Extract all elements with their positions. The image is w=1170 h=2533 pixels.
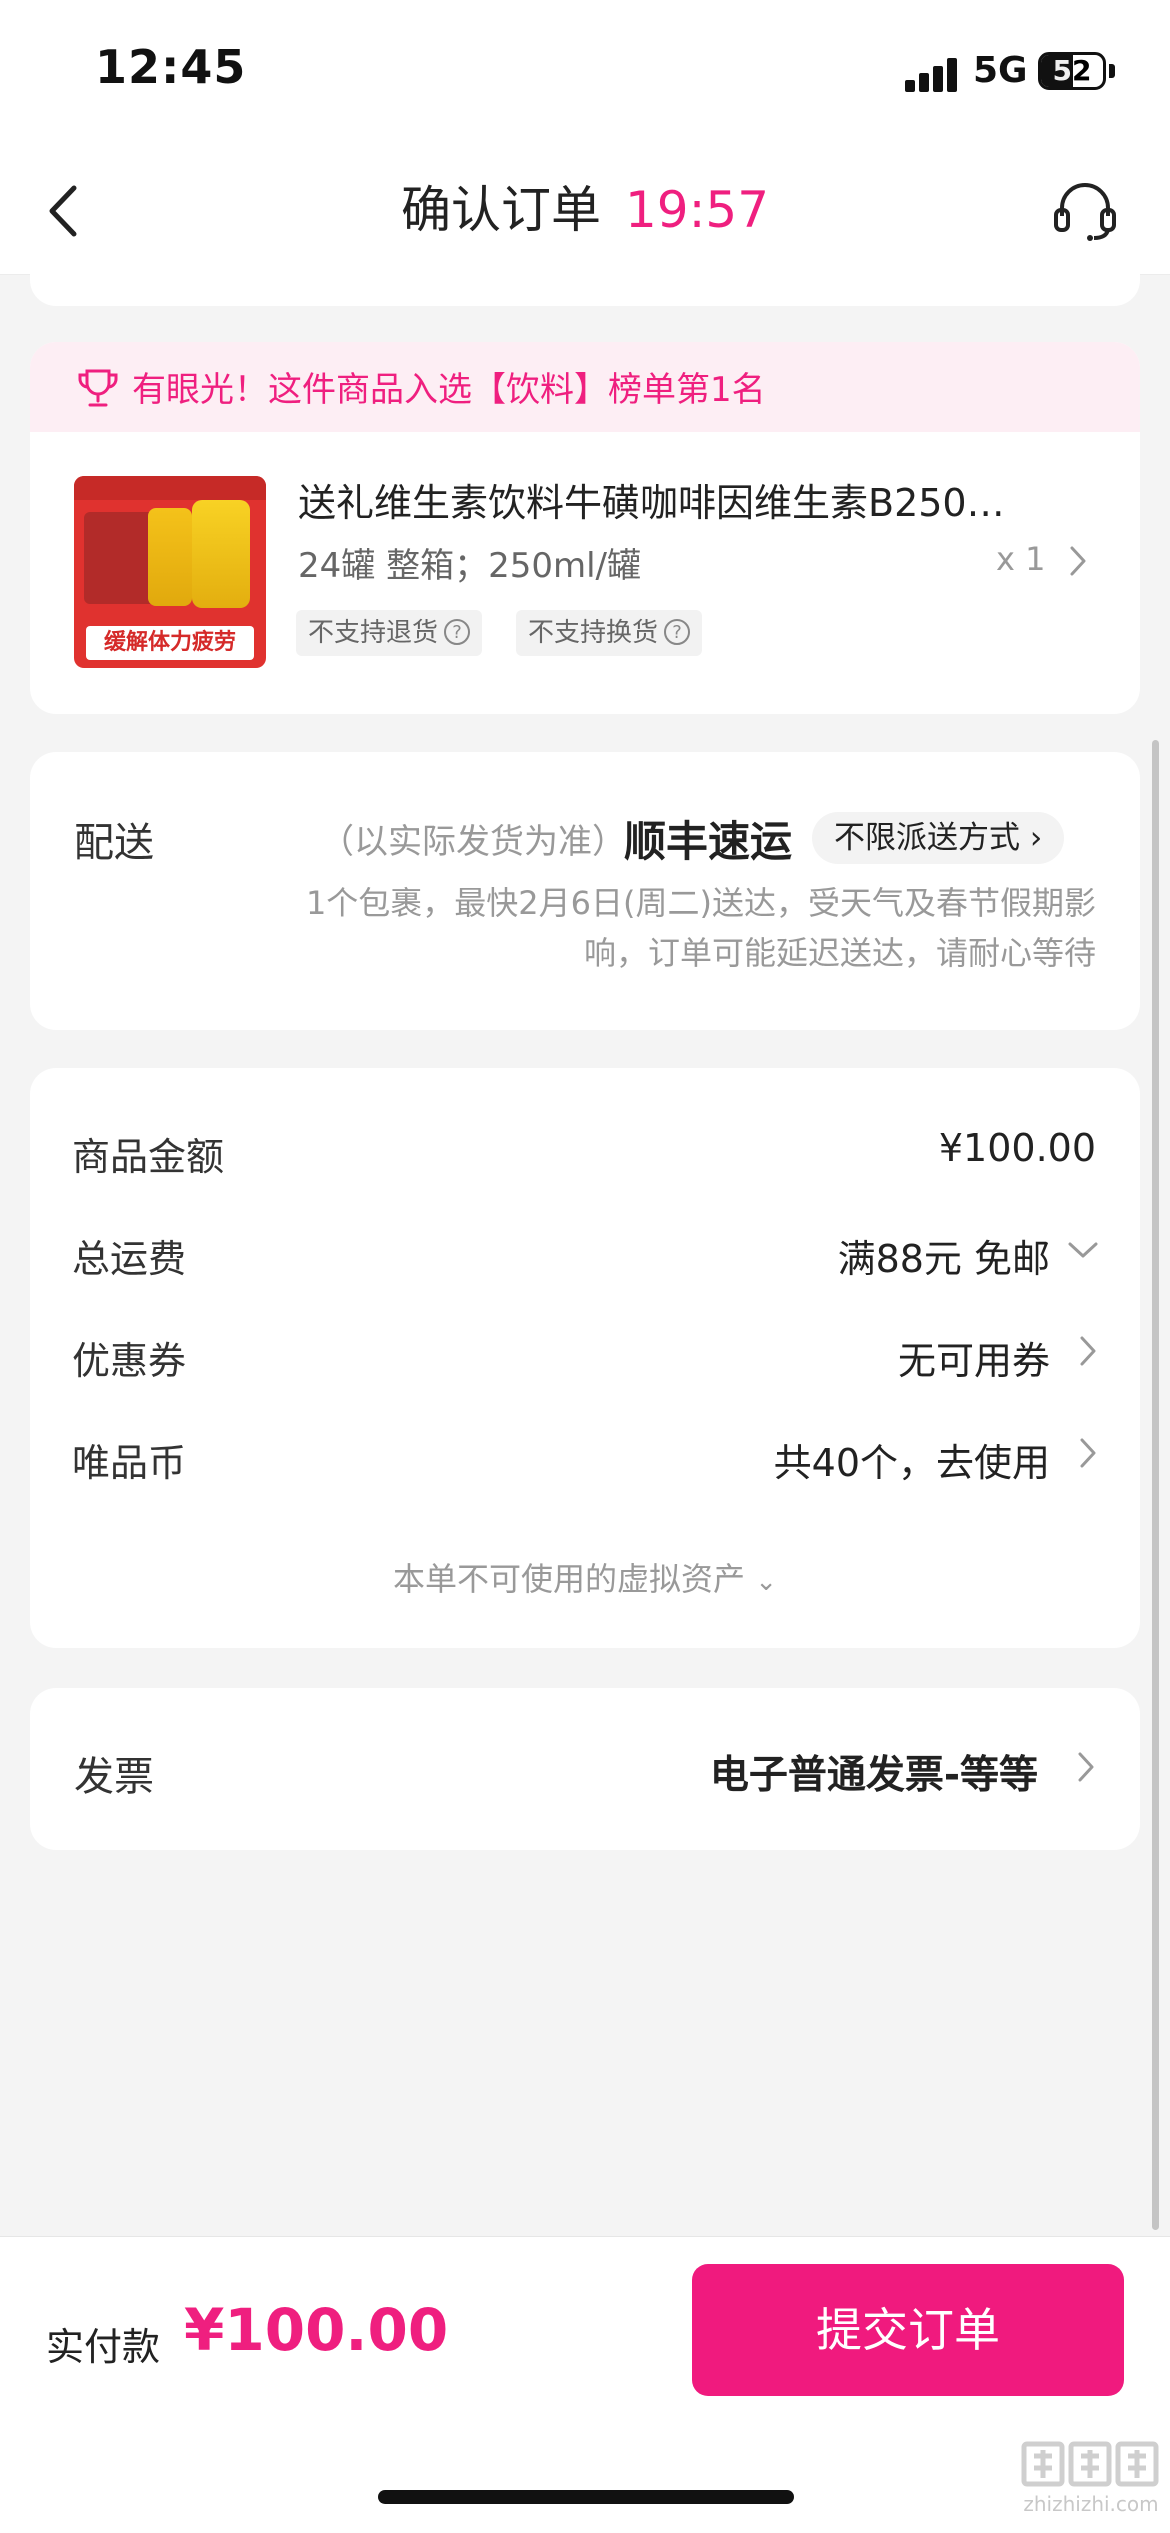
chevron-right-icon[interactable] [1078, 1334, 1098, 1368]
product-image-can [148, 508, 192, 606]
actual-payment-label: 实付款 [46, 2325, 161, 2369]
shipping-fee-value[interactable]: 满88元 免邮 [838, 1228, 1050, 1283]
delivery-carrier: 顺丰速运 [624, 817, 793, 866]
rank-banner-text: 有眼光！这件商品入选【饮料】榜单第1名 [132, 370, 766, 410]
submit-order-button[interactable]: 提交订单 [692, 2264, 1124, 2396]
watermark-logo-icon [1021, 2441, 1159, 2487]
battery-icon: 52 [1038, 52, 1106, 90]
no-return-tag[interactable]: 不支持退货? [296, 610, 483, 656]
vip-coin-value[interactable]: 共40个，去使用 [774, 1432, 1050, 1487]
chevron-right-icon[interactable] [1078, 1436, 1098, 1470]
product-card[interactable]: 有眼光！这件商品入选【饮料】榜单第1名 缓解体力疲劳 送礼维生素饮料牛磺咖啡因维… [30, 342, 1140, 714]
battery-tip [1109, 64, 1115, 78]
coupon-label: 优惠券 [72, 1339, 187, 1383]
customer-service-button[interactable] [1050, 176, 1120, 246]
no-return-tag-label: 不支持退货 [308, 618, 439, 648]
goods-amount-label: 商品金额 [72, 1135, 225, 1179]
delivery-card: 配送 （以实际发货为准） 顺丰速运 不限派送方式 › 1个包裹，最快2月6日(周… [30, 752, 1140, 1030]
network-type: 5G [973, 50, 1028, 91]
shipping-fee-label: 总运费 [72, 1237, 187, 1281]
invoice-card[interactable]: 发票 电子普通发票-等等 [30, 1688, 1140, 1850]
delivery-method-button[interactable]: 不限派送方式 › [812, 812, 1065, 864]
product-spec: 24罐 整箱；250ml/罐 [298, 546, 641, 586]
chevron-down-icon: ⌄ [755, 1567, 777, 1597]
countdown-timer: 19:57 [624, 181, 770, 239]
actual-payment-amount: ¥100.00 [184, 2296, 449, 2364]
home-indicator[interactable] [378, 2490, 794, 2504]
chevron-down-icon[interactable] [1066, 1240, 1100, 1260]
delivery-note: （以实际发货为准） [320, 822, 626, 862]
delivery-eta-line: 响，订单可能延迟送达，请耐心等待 [583, 934, 1096, 972]
delivery-label: 配送 [74, 820, 154, 866]
page-title: 确认订单 19:57 [0, 170, 1170, 242]
product-name: 送礼维生素饮料牛磺咖啡因维生素B250… [298, 481, 1005, 525]
product-image-band [74, 476, 266, 500]
no-exchange-tag-label: 不支持换货 [528, 618, 659, 648]
no-exchange-tag[interactable]: 不支持换货? [516, 610, 703, 656]
address-card-bottom-edge [30, 272, 1140, 306]
product-quantity: x 1 [996, 540, 1046, 578]
invoice-value: 电子普通发票-等等 [709, 1753, 1038, 1798]
help-icon: ? [444, 618, 471, 645]
virtual-assets-label: 本单不可使用的虚拟资产 [393, 1560, 746, 1598]
coupon-value[interactable]: 无可用券 [898, 1330, 1050, 1385]
page-title-text: 确认订单 [400, 181, 601, 239]
product-image[interactable]: 缓解体力疲劳 [74, 476, 266, 668]
chevron-right-icon [1070, 546, 1086, 576]
headset-icon [1054, 183, 1116, 241]
trophy-icon [78, 369, 118, 407]
watermark-text: zhizhizhi.com [1023, 2492, 1159, 2516]
chevron-right-icon [1078, 1752, 1094, 1782]
virtual-assets-toggle[interactable]: 本单不可使用的虚拟资产 ⌄ [30, 1554, 1140, 1600]
price-card: 商品金额 ¥100.00 总运费 满88元 免邮 优惠券 无可用券 唯品币 共4… [30, 1068, 1140, 1648]
rank-banner[interactable]: 有眼光！这件商品入选【饮料】榜单第1名 [30, 342, 1140, 432]
product-image-can [192, 500, 250, 608]
delivery-method-label: 不限派送方式 [834, 820, 1020, 856]
help-icon: ? [664, 618, 691, 645]
product-image-badge: 缓解体力疲劳 [86, 626, 254, 660]
delivery-eta-line: 1个包裹，最快2月6日(周二)送达，受天气及春节假期影 [305, 884, 1096, 922]
invoice-label: 发票 [74, 1754, 154, 1800]
chevron-right-icon: › [1029, 820, 1043, 856]
delivery-eta: 1个包裹，最快2月6日(周二)送达，受天气及春节假期影响，订单可能延迟送达，请耐… [130, 878, 1096, 978]
battery-percent: 52 [1052, 54, 1092, 87]
vip-coin-label: 唯品币 [72, 1441, 187, 1485]
status-time: 12:45 [95, 40, 247, 94]
cellular-signal-icon [905, 58, 957, 92]
goods-amount-value: ¥100.00 [938, 1126, 1096, 1170]
scrollbar[interactable] [1152, 740, 1159, 2230]
